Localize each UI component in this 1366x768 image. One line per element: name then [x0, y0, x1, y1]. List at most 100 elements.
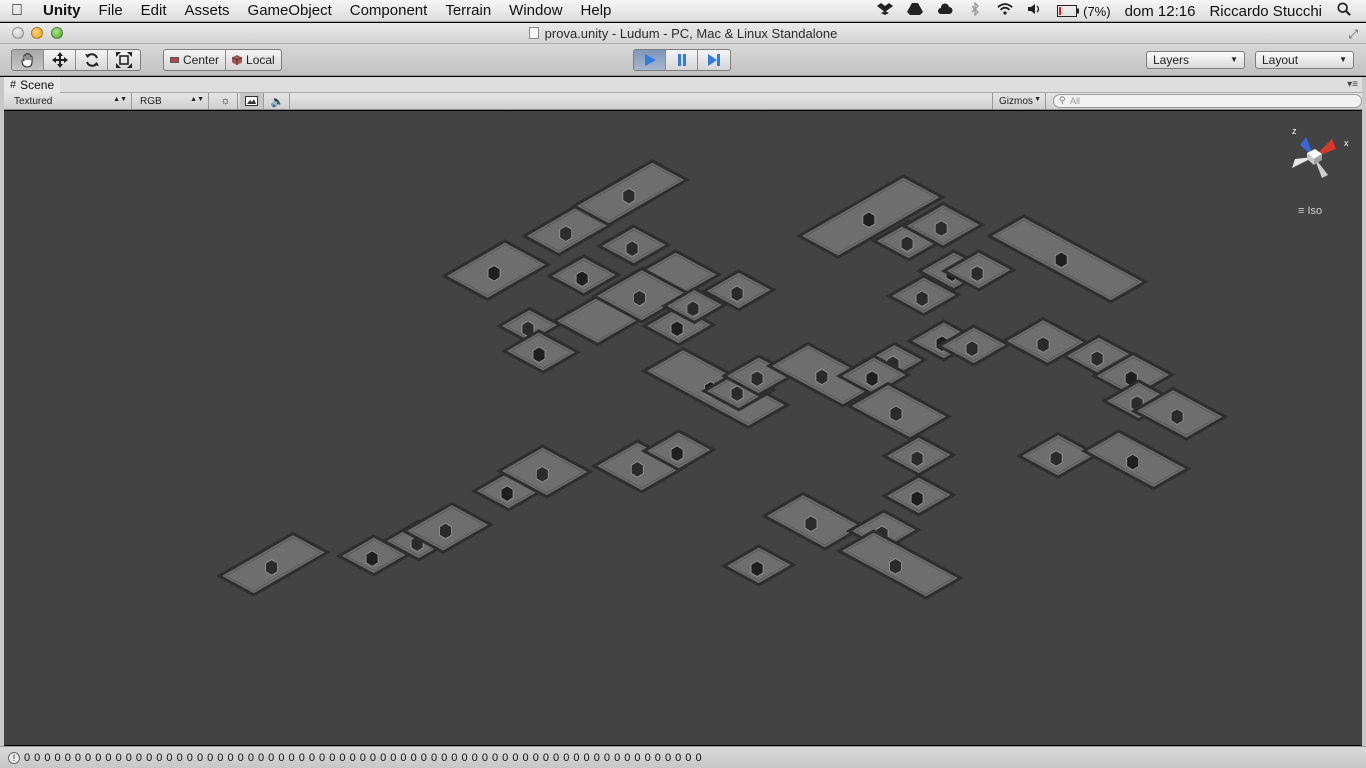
play-button[interactable]: [634, 50, 666, 70]
scale-icon: [116, 52, 132, 68]
pause-button[interactable]: [666, 50, 698, 70]
image-icon: [245, 96, 258, 106]
projection-label[interactable]: ≡ Iso: [1298, 205, 1322, 217]
level-prop: [559, 225, 573, 242]
menu-help[interactable]: Help: [572, 2, 621, 19]
fullscreen-icon[interactable]: ⤢: [1348, 27, 1358, 42]
apple-icon[interactable]: : [0, 2, 34, 20]
scene-fx-toggle[interactable]: [240, 93, 264, 109]
scene-orientation-gizmo[interactable]: z x: [1284, 123, 1354, 191]
level-room[interactable]: [215, 531, 331, 597]
menubar-user[interactable]: Riccardo Stucchi: [1209, 3, 1322, 20]
rotate-tool-button[interactable]: [76, 50, 108, 70]
pause-icon: [677, 54, 686, 66]
scene-lighting-toggle[interactable]: ☼: [214, 93, 238, 109]
level-prop: [815, 368, 829, 386]
pivot-local-button[interactable]: Local: [226, 50, 281, 70]
scene-search-placeholder: All: [1070, 96, 1081, 106]
scene-viewport[interactable]: z x ≡ Iso: [4, 111, 1362, 745]
pivot-toggles: Center Local: [163, 49, 282, 71]
level-room[interactable]: [1080, 429, 1192, 491]
status-bar[interactable]: ! 0 0 0 0 0 0 0 0 0 0 0 0 0 0 0 0 0 0 0 …: [0, 746, 1366, 768]
level-prop: [965, 340, 979, 357]
tab-menu-icon[interactable]: ▾≡: [1347, 79, 1358, 90]
level-room[interactable]: [570, 159, 691, 227]
move-tool-button[interactable]: [44, 50, 76, 70]
level-room[interactable]: [880, 434, 957, 477]
layers-label: Layers: [1153, 53, 1190, 67]
bluetooth-icon[interactable]: [967, 2, 983, 20]
gizmo-x-label: x: [1344, 138, 1349, 148]
spotlight-icon[interactable]: [1336, 2, 1352, 20]
playmode-controls: [633, 49, 731, 71]
volume-icon[interactable]: [1027, 2, 1043, 20]
level-prop: [1126, 453, 1140, 471]
tab-scene-label: Scene: [20, 77, 55, 92]
unity-toolbar: Center Local Layers ▼ Layout ▼: [0, 44, 1366, 76]
move-icon: [51, 52, 68, 68]
wifi-icon[interactable]: [997, 2, 1013, 20]
step-button[interactable]: [698, 50, 730, 70]
cloud-icon[interactable]: [937, 2, 953, 20]
pivot-center-button[interactable]: Center: [164, 50, 227, 70]
level-room[interactable]: [985, 214, 1149, 304]
window-close-button[interactable]: [12, 27, 24, 39]
battery-status[interactable]: (7%): [1057, 4, 1111, 19]
level-prop: [622, 187, 636, 205]
speaker-icon: 🔈: [270, 95, 285, 108]
window-minimize-button[interactable]: [31, 27, 43, 39]
level-prop: [1049, 450, 1063, 467]
level-room[interactable]: [440, 239, 552, 302]
level-room[interactable]: [880, 474, 957, 517]
level-prop: [630, 461, 644, 478]
scene-search-input[interactable]: ⚲ All: [1053, 94, 1362, 108]
pivot-local-label: Local: [246, 53, 275, 67]
layers-dropdown[interactable]: Layers ▼: [1146, 51, 1245, 69]
gizmos-dropdown[interactable]: Gizmos ▼: [992, 93, 1046, 109]
menubar-clock[interactable]: dom 12:16: [1125, 3, 1196, 20]
scene-audio-toggle[interactable]: 🔈: [266, 93, 290, 109]
level-prop: [889, 558, 902, 575]
render-mode-label: RGB: [140, 95, 162, 107]
search-icon: ⚲: [1059, 95, 1066, 105]
level-room[interactable]: [1015, 431, 1101, 479]
level-room[interactable]: [595, 224, 672, 267]
menu-file[interactable]: File: [90, 2, 132, 19]
window-zoom-button[interactable]: [51, 27, 63, 39]
menu-terrain[interactable]: Terrain: [436, 2, 500, 19]
level-prop: [865, 370, 879, 387]
level-prop: [535, 466, 549, 483]
level-room[interactable]: [500, 329, 582, 374]
menu-gameobject[interactable]: GameObject: [239, 2, 341, 19]
level-prop: [750, 560, 764, 577]
level-prop: [730, 285, 744, 302]
level-prop: [625, 240, 639, 257]
mac-menu-bar:  Unity File Edit Assets GameObject Comp…: [0, 0, 1366, 22]
level-prop: [1090, 350, 1104, 367]
menu-edit[interactable]: Edit: [132, 2, 176, 19]
drive-icon[interactable]: [907, 2, 924, 20]
info-icon: !: [8, 751, 20, 764]
scale-tool-button[interactable]: [108, 50, 140, 70]
level-prop: [889, 405, 903, 423]
level-geometry: [215, 159, 1229, 600]
layout-dropdown[interactable]: Layout ▼: [1255, 51, 1354, 69]
hand-tool-button[interactable]: [12, 50, 44, 70]
draw-mode-dropdown[interactable]: Textured ▲▼: [8, 93, 132, 109]
render-mode-dropdown[interactable]: RGB ▲▼: [134, 93, 209, 109]
menu-window[interactable]: Window: [500, 2, 571, 19]
level-room[interactable]: [760, 491, 868, 551]
menu-assets[interactable]: Assets: [176, 2, 239, 19]
dropdown-arrow-icon: ▲▼: [190, 96, 204, 103]
menu-component[interactable]: Component: [341, 2, 437, 19]
dropdown-arrow-icon: ▲▼: [113, 96, 127, 103]
level-prop: [686, 300, 700, 318]
level-room[interactable]: [720, 544, 797, 587]
dropbox-icon[interactable]: [877, 2, 894, 20]
projection-text: Iso: [1307, 205, 1323, 217]
level-prop: [500, 485, 514, 502]
menu-app-unity[interactable]: Unity: [34, 2, 90, 19]
tab-scene[interactable]: # Scene: [4, 76, 61, 93]
pivot-center-label: Center: [183, 53, 220, 67]
layout-label: Layout: [1262, 53, 1299, 67]
